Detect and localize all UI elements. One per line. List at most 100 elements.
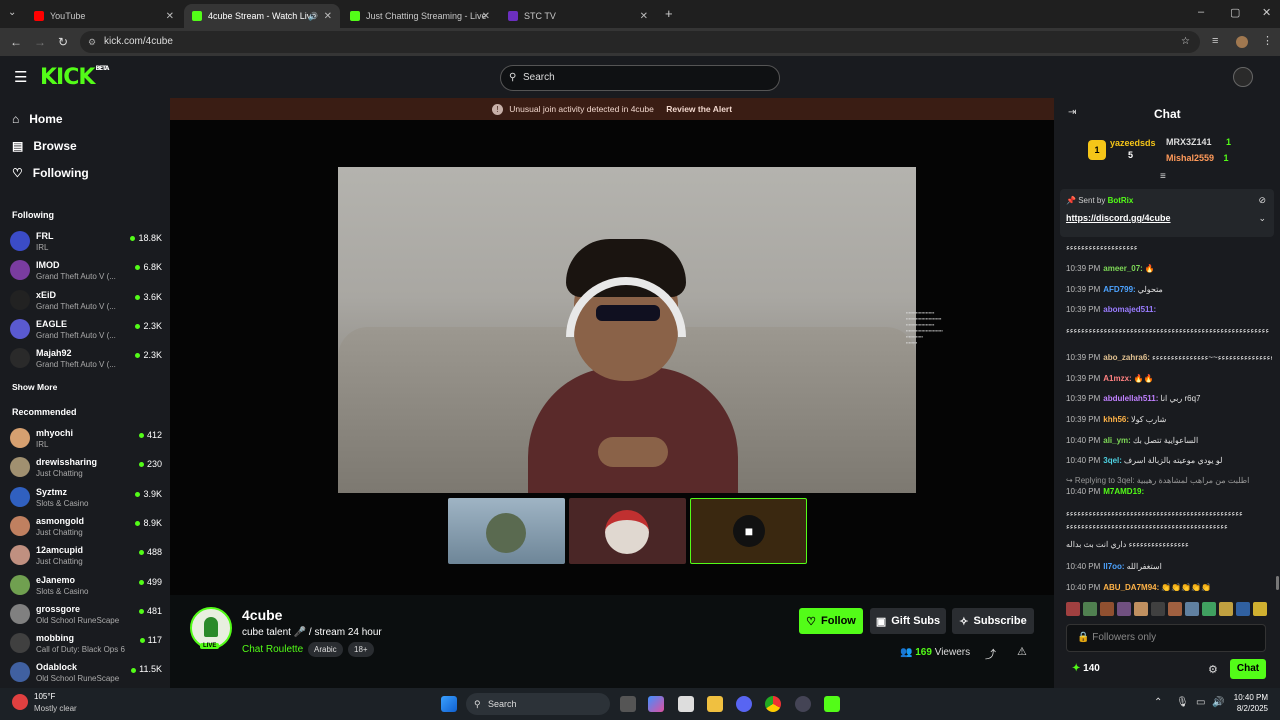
emote-icon[interactable]	[1202, 602, 1216, 616]
chat-message[interactable]: ءءءءءءءءءءءءءءءءءءءءءءءءءءءءءءءءءءءءءءءء…	[1066, 522, 1272, 531]
tab-4cube[interactable]: 4cube Stream - Watch Live 🔊 ✕	[184, 4, 340, 28]
chat-message[interactable]: 10:40 PM ABU_DA7M94: 👏👏👏👏👏	[1066, 583, 1272, 592]
points-balance[interactable]: ✦ 140	[1072, 663, 1100, 674]
emote-icon[interactable]	[1117, 602, 1131, 616]
chat-message[interactable]: ءءءءءءءءءءءءءءءءءءء	[1066, 243, 1272, 252]
channel-item[interactable]: EAGLE Grand Theft Auto V (... 2.3K	[10, 317, 162, 345]
emote-icon[interactable]	[1185, 602, 1199, 616]
tag-arabic[interactable]: Arabic	[308, 642, 343, 657]
close-tab-icon[interactable]: ✕	[640, 11, 648, 22]
channel-item[interactable]: Odablock Old School RuneScape 11.5K	[10, 660, 162, 688]
user-avatar[interactable]	[1233, 67, 1253, 87]
message-username[interactable]: abomajed511:	[1103, 305, 1156, 314]
channel-item[interactable]: mhyochi IRL 412	[10, 426, 162, 454]
tab-stc-tv[interactable]: STC TV ✕	[500, 4, 656, 28]
channel-item[interactable]: 12amcupid Just Chatting 488	[10, 543, 162, 571]
hamburger-menu-icon[interactable]: ☰	[14, 68, 27, 86]
weather-widget[interactable]: 105°F Mostly clear	[12, 692, 112, 716]
message-username[interactable]: ABU_DA7M94:	[1103, 583, 1159, 592]
tab-just-chatting[interactable]: Just Chatting Streaming - Live ✕	[342, 4, 498, 28]
leader-name[interactable]: MRX3Z141	[1166, 137, 1212, 147]
participant-thumb-2[interactable]	[569, 498, 686, 564]
kick-app-icon[interactable]	[824, 696, 840, 712]
nav-home[interactable]: ⌂ Home	[12, 112, 63, 126]
show-more-link[interactable]: Show More	[12, 382, 57, 392]
follow-button[interactable]: ♡ Follow	[799, 608, 863, 634]
network-icon[interactable]: ▭	[1196, 697, 1205, 708]
browser-menu-icon[interactable]: ⋮	[1262, 34, 1273, 47]
close-tab-icon[interactable]: ✕	[324, 11, 332, 22]
taskbar-search[interactable]: ⚲ Search	[466, 693, 610, 715]
tag-18plus[interactable]: 18+	[348, 642, 374, 657]
emote-icon[interactable]	[1253, 602, 1267, 616]
scrollbar[interactable]	[1276, 576, 1279, 590]
kick-logo[interactable]: KICKBETA	[40, 65, 109, 90]
chat-message[interactable]: 10:40 PM ali_ym: الساعوايية تتصل بك	[1066, 436, 1272, 445]
forward-icon[interactable]: →	[34, 35, 46, 49]
channel-item[interactable]: Majah92 Grand Theft Auto V (... 2.3K	[10, 346, 162, 374]
unpin-icon[interactable]: ⊘	[1258, 195, 1266, 206]
chat-message[interactable]: 10:39 PM khh56: شارب كولا	[1066, 415, 1272, 424]
emote-icon[interactable]	[1100, 602, 1114, 616]
emote-icon[interactable]	[1134, 602, 1148, 616]
message-username[interactable]: khh56:	[1103, 415, 1129, 424]
emote-icon[interactable]	[1219, 602, 1233, 616]
audio-icon[interactable]: 🔊	[308, 12, 318, 21]
task-view-icon[interactable]	[620, 696, 636, 712]
file-explorer-icon[interactable]	[707, 696, 723, 712]
tray-chevron-icon[interactable]: ⌃	[1154, 697, 1162, 708]
collapse-chat-icon[interactable]: ⇥	[1068, 107, 1076, 118]
chat-message[interactable]: 10:39 PM abo_zahra6: ءءءءءءءءءءءءءءءء~~ءءء…	[1066, 353, 1272, 362]
channel-item[interactable]: drewissharing Just Chatting 230	[10, 455, 162, 483]
close-tab-icon[interactable]: ✕	[482, 11, 490, 22]
video-player[interactable]: ▪▪▪▪▪▪▪▪▪▪▪▪▪▪▪▪▪▪▪▪ ▪▪▪▪▪▪▪▪▪▪▪▪▪▪▪▪▪▪▪▪…	[170, 120, 1054, 595]
emote-icon[interactable]	[1151, 602, 1165, 616]
nav-following[interactable]: ♡ Following	[12, 166, 89, 180]
pinned-link[interactable]: https://discord.gg/4cube	[1066, 213, 1171, 223]
profile-avatar[interactable]	[1236, 36, 1248, 48]
chat-message[interactable]: 10:39 PM A1mzx: 🔥🔥	[1066, 374, 1272, 383]
chat-message[interactable]: 10:39 PM AFD799: متحولي	[1066, 285, 1272, 294]
maximize-icon[interactable]: ▢	[1230, 6, 1240, 19]
discord-icon[interactable]	[736, 696, 752, 712]
chrome-icon[interactable]	[765, 696, 781, 712]
volume-icon[interactable]: 🔊	[1212, 697, 1224, 708]
chat-settings-gear-icon[interactable]: ⚙	[1208, 663, 1218, 676]
gifter-name[interactable]: yazeedsds	[1110, 138, 1156, 148]
gift-subs-button[interactable]: ▣ Gift Subs	[870, 608, 946, 634]
extensions-icon[interactable]: ≡	[1212, 35, 1218, 47]
chat-message[interactable]: ءءءءءءءءءءءءءءءء داري انت بث بداله	[1066, 540, 1272, 549]
category-link[interactable]: Chat Roulette	[242, 644, 303, 655]
clock[interactable]: 10:40 PM 8/2/2025	[1232, 693, 1268, 713]
chat-message[interactable]: 10:40 PM 3qel: لو يودي موعيته بالزبالة اسر…	[1066, 456, 1272, 465]
chat-input[interactable]: 🔒 Followers only	[1066, 624, 1266, 652]
channel-item[interactable]: xEiD Grand Theft Auto V (... 3.6K	[10, 288, 162, 316]
url-field[interactable]: ⚙ kick.com/4cube ☆	[80, 31, 1200, 53]
chat-message[interactable]: ↪ Replying to 3qel: اطلبت من مراهب لمشاه…	[1066, 476, 1272, 485]
emote-icon[interactable]	[1066, 602, 1080, 616]
channel-item[interactable]: asmongold Just Chatting 8.9K	[10, 514, 162, 542]
chat-message[interactable]: 10:39 PM abomajed511:	[1066, 305, 1272, 314]
back-icon[interactable]: ←	[10, 35, 22, 49]
chevron-down-icon[interactable]: ⌄	[1258, 213, 1266, 224]
message-username[interactable]: AFD799:	[1103, 285, 1135, 294]
close-tab-icon[interactable]: ✕	[166, 11, 174, 22]
channel-item[interactable]: grossgore Old School RuneScape 481	[10, 602, 162, 630]
emote-icon[interactable]	[1083, 602, 1097, 616]
message-username[interactable]: abdulellah511:	[1103, 394, 1158, 403]
chat-message[interactable]: 10:39 PM abdulellah511: ربي انا r6q7	[1066, 394, 1272, 403]
windows-start-icon[interactable]	[441, 696, 457, 712]
tab-list-chevron-icon[interactable]: ⌄	[8, 7, 16, 18]
channel-item[interactable]: mobbing Call of Duty: Black Ops 6 117	[10, 631, 162, 659]
bookmark-star-icon[interactable]: ☆	[1181, 31, 1190, 53]
message-username[interactable]: ali_ym:	[1103, 436, 1131, 445]
emote-icon[interactable]	[1168, 602, 1182, 616]
chat-message[interactable]: ءءءءءءءءءءءءءءءءءءءءءءءءءءءءءءءءءءءءءءءء…	[1066, 326, 1272, 335]
message-username[interactable]: 3qel:	[1103, 456, 1122, 465]
tab-youtube[interactable]: YouTube ✕	[26, 4, 182, 28]
chat-message[interactable]: 10:39 PM ameer_07: 🔥	[1066, 264, 1272, 273]
copilot-icon[interactable]	[648, 696, 664, 712]
channel-name[interactable]: 4cube	[242, 607, 282, 623]
channel-item[interactable]: Syztmz Slots & Casino 3.9K	[10, 485, 162, 513]
send-chat-button[interactable]: Chat	[1230, 659, 1266, 679]
